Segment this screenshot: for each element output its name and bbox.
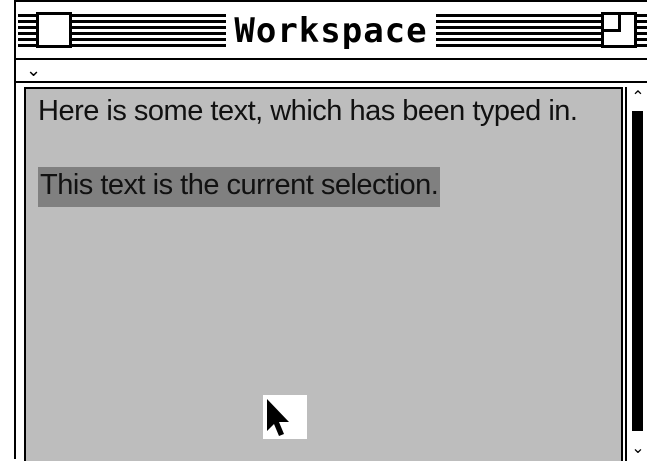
workspace-window: Workspace ⌄ Here is some text, which has… xyxy=(14,0,647,461)
scroll-track[interactable] xyxy=(632,111,643,431)
typed-text: Here is some text, which has been typed … xyxy=(38,95,578,127)
scroll-up-arrow-icon[interactable]: ⌃ xyxy=(627,87,647,109)
mouse-pointer-svg xyxy=(267,399,289,436)
title-bar[interactable]: Workspace xyxy=(16,2,647,60)
zoom-box-icon[interactable] xyxy=(601,12,637,48)
selected-text[interactable]: This text is the current selection. xyxy=(38,167,441,207)
mouse-pointer-icon xyxy=(263,395,307,439)
selected-text-paragraph: This text is the current selection. xyxy=(38,167,598,207)
vertical-scrollbar[interactable]: ⌃ ⌄ xyxy=(625,87,647,461)
close-box-icon[interactable] xyxy=(36,12,72,48)
window-title: Workspace xyxy=(226,6,436,56)
chevron-down-icon[interactable]: ⌄ xyxy=(26,60,41,80)
text-area[interactable]: Here is some text, which has been typed … xyxy=(24,87,623,461)
text-content: Here is some text, which has been typed … xyxy=(38,93,598,207)
header-strip: ⌄ xyxy=(16,60,647,83)
zoom-box-inner xyxy=(604,15,621,32)
scroll-down-arrow-icon[interactable]: ⌄ xyxy=(627,439,647,461)
